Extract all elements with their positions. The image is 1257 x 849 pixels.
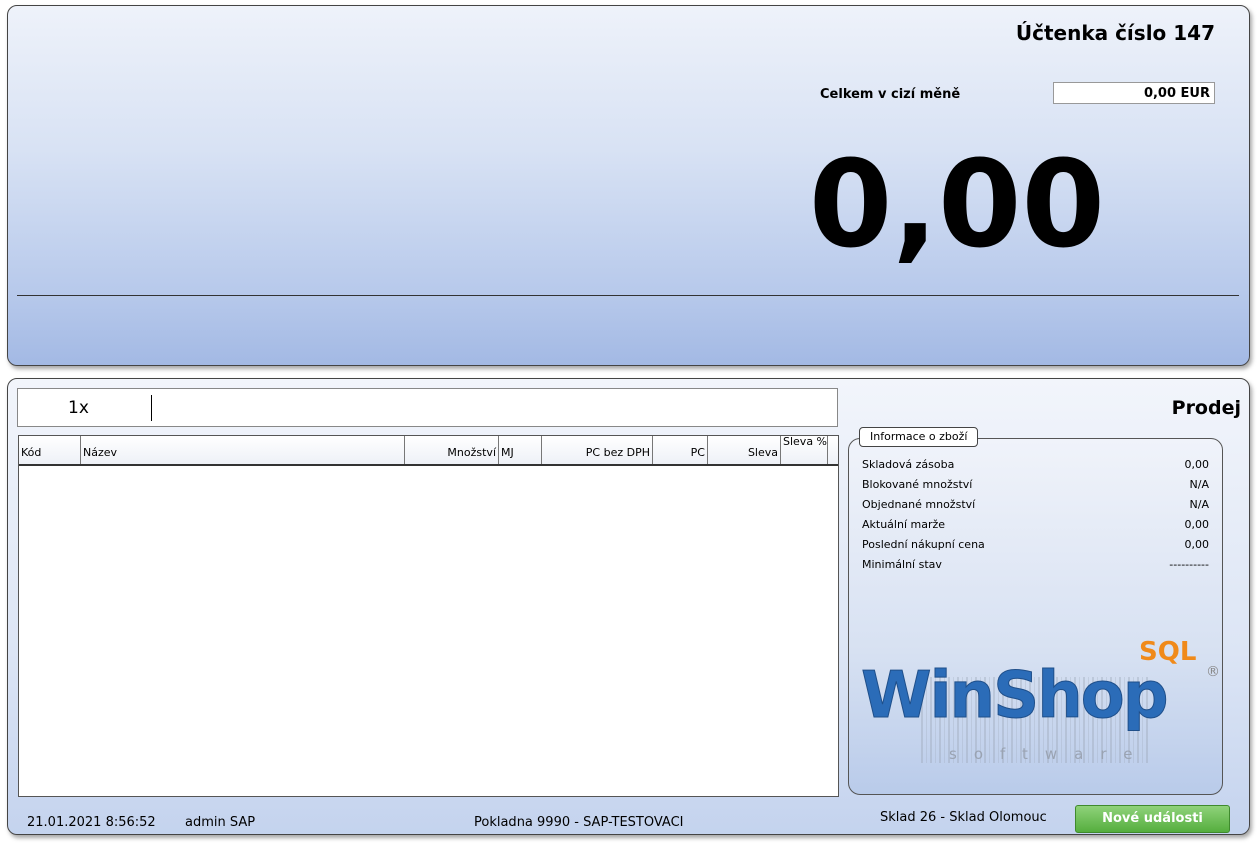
info-tab: Informace o zboží xyxy=(859,427,979,447)
info-row-last-price: Poslední nákupní cena 0,00 xyxy=(862,538,1209,558)
sale-panel: 1x Kód Název Množství MJ PC bez DPH PC S… xyxy=(7,378,1250,835)
info-value: ---------- xyxy=(1169,558,1209,571)
logo-edition: SQL xyxy=(1139,637,1197,667)
text-cursor xyxy=(151,395,152,421)
info-value: 0,00 xyxy=(1184,518,1210,531)
info-label: Poslední nákupní cena xyxy=(862,538,985,551)
info-label: Skladová zásoba xyxy=(862,458,955,471)
info-label: Blokované množství xyxy=(862,478,973,491)
info-label: Aktuální marže xyxy=(862,518,946,531)
logo-wordmark: WinShop xyxy=(861,659,1170,734)
mode-title: Prodej xyxy=(1171,397,1241,419)
winshop-logo: WinShop SQL ® software xyxy=(859,637,1220,772)
column-header-sleva-pct[interactable]: Sleva % xyxy=(781,436,828,464)
info-value: N/A xyxy=(1189,478,1209,491)
info-label: Minimální stav xyxy=(862,558,942,571)
column-header-pc[interactable]: PC xyxy=(653,436,708,464)
column-header-pc-bez-dph[interactable]: PC bez DPH xyxy=(542,436,653,464)
info-row-margin: Aktuální marže 0,00 xyxy=(862,518,1209,538)
table-header: Kód Název Množství MJ PC bez DPH PC Slev… xyxy=(19,436,838,466)
foreign-currency-label: Celkem v cizí měně xyxy=(820,87,961,102)
totals-panel: Účtenka číslo 147 Celkem v cizí měně 0,0… xyxy=(7,5,1250,366)
info-row-blocked: Blokované množství N/A xyxy=(862,478,1209,498)
column-header-mj[interactable]: MJ xyxy=(499,436,542,464)
status-register: Pokladna 9990 - SAP-TESTOVACI xyxy=(474,815,684,830)
grand-total: 0,00 xyxy=(808,136,1105,275)
column-header-nazev[interactable]: Název xyxy=(81,436,405,464)
info-value: N/A xyxy=(1189,498,1209,511)
divider xyxy=(17,295,1239,296)
column-header-kod[interactable]: Kód xyxy=(19,436,81,464)
item-entry-input[interactable]: 1x xyxy=(17,388,838,427)
logo-tagline: software xyxy=(949,745,1150,763)
product-info-panel: Skladová zásoba 0,00 Blokované množství … xyxy=(848,438,1223,795)
info-value: 0,00 xyxy=(1184,458,1210,471)
info-value: 0,00 xyxy=(1184,538,1210,551)
column-header-sleva[interactable]: Sleva xyxy=(708,436,781,464)
quantity-prefix: 1x xyxy=(68,398,89,418)
info-row-stock: Skladová zásoba 0,00 xyxy=(862,458,1209,478)
status-bar: 21.01.2021 8:56:52 admin SAP Pokladna 99… xyxy=(8,805,1249,833)
info-row-ordered: Objednané množství N/A xyxy=(862,498,1209,518)
status-datetime: 21.01.2021 8:56:52 xyxy=(27,815,156,830)
foreign-currency-value: 0,00 EUR xyxy=(1053,82,1215,104)
column-header-mnozstvi[interactable]: Množství xyxy=(405,436,499,464)
receipt-title: Účtenka číslo 147 xyxy=(1015,21,1215,45)
items-table[interactable]: Kód Název Množství MJ PC bez DPH PC Slev… xyxy=(18,435,839,797)
status-user: admin SAP xyxy=(185,815,256,830)
status-store: Sklad 26 - Sklad Olomouc xyxy=(880,810,1047,825)
new-events-button[interactable]: Nové události xyxy=(1075,805,1230,833)
info-row-min-stock: Minimální stav ---------- xyxy=(862,558,1209,578)
registered-mark: ® xyxy=(1206,664,1220,680)
info-label: Objednané množství xyxy=(862,498,976,511)
